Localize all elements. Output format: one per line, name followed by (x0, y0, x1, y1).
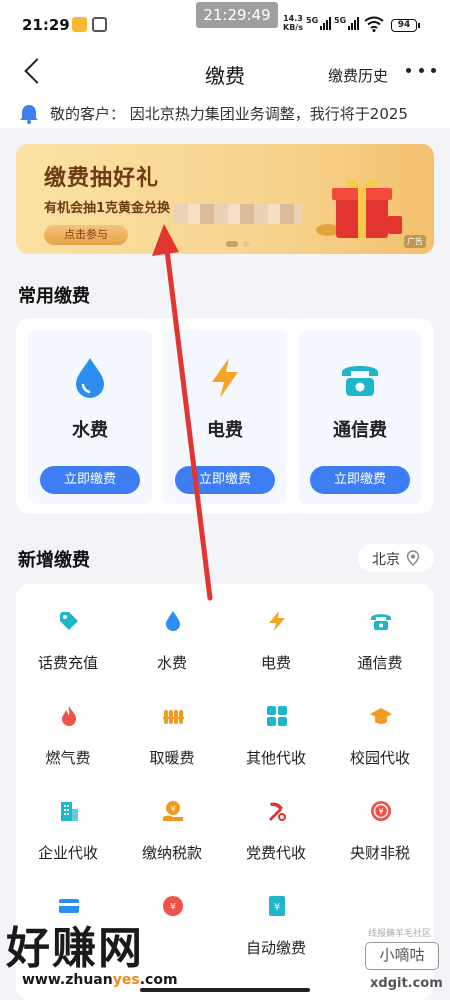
common-tile-telecom[interactable]: 通信费 立即缴费 (298, 330, 422, 504)
grid-item-electric[interactable]: 电费 (224, 584, 328, 674)
watermark-caption: 线报薅羊毛社区 (368, 929, 432, 939)
svg-text:¥: ¥ (170, 903, 176, 913)
pay-now-button[interactable]: 立即缴费 (310, 466, 410, 494)
grid-item-central-nontax[interactable]: ¥ 央财非税 (328, 774, 432, 864)
watermark-url-secondary: xdgit.com (370, 976, 443, 991)
tile-label: 通信费 (333, 420, 387, 441)
new-payments-title: 新增缴费 (18, 550, 90, 571)
wifi-icon (364, 16, 384, 32)
grid-item-phone-recharge[interactable]: 话费充值 (16, 584, 120, 674)
overlay-clock: 21:29:49 (196, 2, 278, 28)
party-emblem-icon (269, 802, 286, 821)
blurred-overlay (174, 204, 302, 224)
tag-icon (60, 612, 78, 630)
notice-text: 敬的客户： 因北京热力集团业务调整，我行将于2025 (50, 105, 408, 123)
graduation-cap-icon (370, 708, 392, 724)
svg-text:¥: ¥ (170, 805, 175, 814)
grid-item-telecom[interactable]: 通信费 (328, 584, 432, 674)
notification-icon (72, 17, 87, 32)
grid-item-water[interactable]: 水费 (120, 584, 224, 674)
signal-icon: 5G (306, 16, 332, 30)
banner-title: 缴费抽好礼 (44, 166, 160, 191)
ad-tag: 广告 (404, 235, 426, 248)
svg-text:¥: ¥ (274, 902, 280, 913)
banner-join-button[interactable]: 点击参与 (44, 225, 128, 245)
watermark-logo: 好赚网 (6, 923, 144, 974)
lightning-icon (269, 611, 285, 631)
grid-icon (267, 706, 287, 726)
common-payments-card: 水费 立即缴费 电费 立即缴费 通信费 立即缴费 (16, 318, 434, 514)
grid-item-auto-pay[interactable]: ¥ 自动缴费 (224, 869, 328, 959)
common-payments-title: 常用缴费 (18, 286, 90, 307)
status-bar: 21:29 21:29:49 14.3 KB/s 5G 5G 94 (0, 0, 450, 44)
location-pin-icon (406, 550, 420, 566)
common-tile-water[interactable]: 水费 立即缴费 (28, 330, 152, 504)
notice-bar[interactable]: 敬的客户： 因北京热力集团业务调整，我行将于2025 (0, 100, 450, 128)
finance-seal-icon: ¥ (371, 801, 391, 821)
notification-icon (92, 17, 107, 32)
auto-pay-icon: ¥ (269, 896, 285, 916)
water-drop-icon (166, 611, 180, 631)
pay-now-button[interactable]: 立即缴费 (40, 466, 140, 494)
building-icon (61, 802, 78, 821)
grid-item-campus-collect[interactable]: 校园代收 (328, 679, 432, 769)
grid-item-gas[interactable]: 燃气费 (16, 679, 120, 769)
home-indicator[interactable] (140, 988, 310, 992)
signal-icon: 5G (334, 16, 360, 30)
status-notification-icons (72, 17, 107, 32)
svg-text:¥: ¥ (378, 807, 383, 816)
water-drop-icon (76, 358, 104, 398)
pay-now-button[interactable]: 立即缴费 (175, 466, 275, 494)
watermark-url: www.zhuanyes.com (22, 972, 178, 988)
gift-box-icon (316, 178, 402, 238)
grid-item-enterprise-collect[interactable]: 企业代收 (16, 774, 120, 864)
grid-item-tax[interactable]: ¥ 缴纳税款 (120, 774, 224, 864)
speaker-icon (20, 105, 38, 124)
grid-item-other-collect[interactable]: 其他代收 (224, 679, 328, 769)
grid-item-heating[interactable]: 取暖费 (120, 679, 224, 769)
tile-label: 电费 (207, 420, 243, 441)
carousel-indicator (226, 241, 249, 247)
fine-icon: ¥ (163, 896, 183, 916)
payment-history-link[interactable]: 缴费历史 (328, 65, 388, 86)
grid-item-party-dues[interactable]: 党费代收 (224, 774, 328, 864)
flame-icon (62, 706, 76, 726)
radiator-icon (163, 710, 184, 724)
tile-label: 水费 (72, 420, 108, 441)
status-time: 21:29 (22, 16, 70, 34)
phone-icon (371, 614, 391, 630)
location-label: 北京 (372, 552, 400, 568)
banner-subtitle: 有机会抽1克黄金兑换 (44, 201, 171, 216)
top-nav: 缴费 缴费历史 (0, 44, 450, 100)
lightning-icon (212, 358, 238, 398)
phone-icon (342, 366, 378, 396)
more-icon[interactable] (406, 60, 436, 80)
back-arrow-icon[interactable] (24, 58, 50, 84)
watermark-badge: 小嘀咕 (365, 942, 439, 970)
promo-banner[interactable]: 缴费抽好礼 有机会抽1克黄金兑换 点击参与 广告 (16, 144, 434, 254)
common-tile-electric[interactable]: 电费 立即缴费 (163, 330, 287, 504)
location-selector[interactable]: 北京 (358, 544, 434, 572)
network-speed: 14.3 KB/s (283, 14, 303, 32)
battery-icon: 94 (391, 19, 420, 32)
tax-hand-icon: ¥ (163, 801, 183, 821)
